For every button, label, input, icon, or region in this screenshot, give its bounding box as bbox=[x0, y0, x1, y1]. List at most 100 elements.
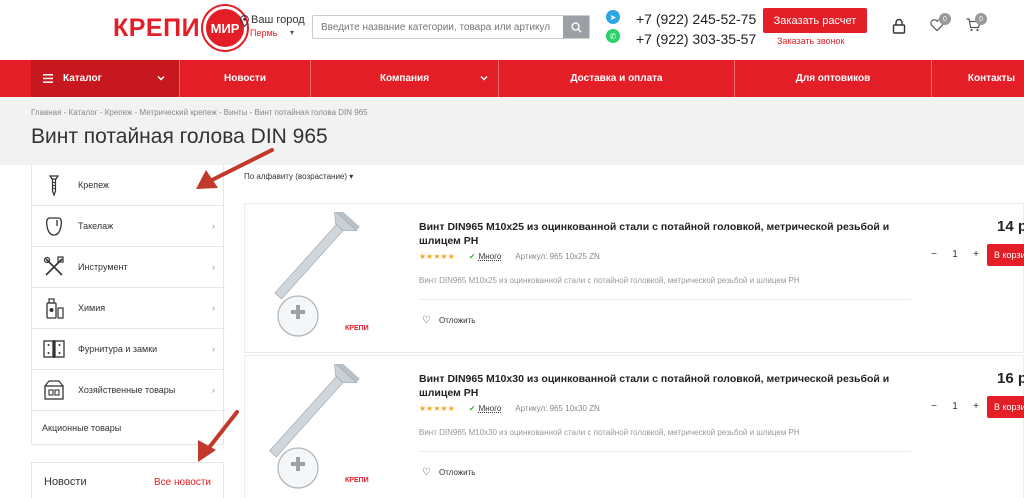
sidebar-item-household[interactable]: Хозяйственные товары › bbox=[32, 370, 225, 411]
quantity-value[interactable]: 1 bbox=[948, 401, 962, 412]
telegram-icon[interactable]: ➤ bbox=[606, 10, 620, 24]
city-name[interactable]: Пермь bbox=[250, 28, 277, 38]
all-news-link[interactable]: Все новости bbox=[154, 477, 211, 488]
chevron-down-icon bbox=[480, 75, 488, 81]
decrease-button[interactable]: − bbox=[927, 401, 941, 412]
order-call-link[interactable]: Заказать звонок bbox=[777, 36, 844, 46]
nav-news[interactable]: Новости bbox=[179, 60, 310, 97]
divider bbox=[419, 451, 911, 452]
product-sku: Артикул: 965 10x25 ZN bbox=[515, 252, 600, 261]
logo[interactable]: КРЕПИ МИР bbox=[113, 6, 248, 50]
phone-number-1[interactable]: +7 (922) 245-52-75 bbox=[636, 11, 756, 27]
logo-circle: МИР bbox=[203, 6, 248, 50]
tools-icon bbox=[43, 256, 64, 276]
product-price: 16 р bbox=[997, 370, 1024, 387]
city-label: Ваш город bbox=[251, 14, 305, 26]
product-title[interactable]: Винт DIN965 M10x25 из оцинкованной стали… bbox=[419, 220, 914, 248]
check-icon: ✔ bbox=[468, 404, 476, 413]
favorites-count-badge: 0 bbox=[939, 13, 951, 25]
logo-text: КРЕПИ bbox=[113, 13, 201, 42]
title-area: Главная - Каталог - Крепеж - Метрический… bbox=[0, 97, 1024, 165]
heart-icon: ♡ bbox=[422, 315, 431, 326]
page-title: Винт потайная голова DIN 965 bbox=[31, 125, 328, 148]
sort-label: По алфавиту (возрастание) bbox=[244, 172, 348, 181]
decrease-button[interactable]: − bbox=[927, 249, 941, 260]
news-widget: Новости Все новости bbox=[31, 462, 224, 498]
chevron-right-icon: › bbox=[212, 385, 215, 395]
add-to-favorites[interactable]: ♡ Отложить bbox=[422, 315, 475, 326]
dropdown-arrow-icon: ▾ bbox=[349, 172, 354, 181]
check-icon: ✔ bbox=[468, 252, 476, 261]
login-button[interactable] bbox=[892, 18, 906, 39]
availability[interactable]: Много bbox=[479, 252, 502, 261]
household-icon bbox=[44, 380, 64, 400]
nav-contacts[interactable]: Контакты bbox=[931, 60, 1024, 97]
product-meta: ★★★★★ ✔ Много Артикул: 965 10x25 ZN bbox=[419, 252, 600, 261]
sidebar-item-fasteners[interactable]: Крепеж bbox=[32, 165, 225, 206]
sidebar-item-hardware[interactable]: Фурнитура и замки › bbox=[32, 329, 225, 370]
product-description: Винт DIN965 M10x25 из оцинкованной стали… bbox=[419, 276, 800, 285]
nav-catalog-label: Каталог bbox=[63, 73, 102, 84]
sidebar-item-label: Химия bbox=[78, 303, 106, 313]
add-to-cart-button[interactable]: В корзину bbox=[987, 396, 1024, 418]
nav-company[interactable]: Компания bbox=[310, 60, 498, 97]
product-image[interactable] bbox=[260, 364, 400, 496]
chevron-down-icon bbox=[157, 75, 165, 81]
quantity-stepper: − 1 + bbox=[927, 244, 983, 264]
chemistry-icon bbox=[46, 298, 64, 319]
carabiner-icon bbox=[45, 217, 63, 236]
news-title: Новости bbox=[44, 476, 87, 488]
product-title[interactable]: Винт DIN965 M10x30 из оцинкованной стали… bbox=[419, 372, 914, 400]
chevron-right-icon: › bbox=[212, 262, 215, 272]
rating-stars: ★★★★★ bbox=[419, 404, 455, 413]
add-to-favorites[interactable]: ♡ Отложить bbox=[422, 467, 475, 478]
sidebar-item-label: Такелаж bbox=[78, 221, 114, 231]
heart-icon: ♡ bbox=[422, 467, 431, 478]
brand-watermark: КРЕПИ bbox=[345, 477, 369, 484]
favorite-label: Отложить bbox=[438, 316, 476, 325]
whatsapp-icon[interactable]: ✆ bbox=[606, 29, 620, 43]
location-pin-icon bbox=[240, 15, 249, 27]
sidebar-item-chemistry[interactable]: Химия › bbox=[32, 288, 225, 329]
product-image[interactable] bbox=[260, 212, 400, 344]
cart-count-badge: 0 bbox=[975, 13, 987, 25]
product-card: КРЕПИ Винт DIN965 M10x30 из оцинкованной… bbox=[244, 355, 1024, 498]
site-header: КРЕПИ МИР Ваш город Пермь ▾ ➤ ✆ +7 (922)… bbox=[0, 0, 1024, 60]
increase-button[interactable]: + bbox=[969, 249, 983, 260]
sidebar-item-rigging[interactable]: Такелаж › bbox=[32, 206, 225, 247]
product-description: Винт DIN965 M10x30 из оцинкованной стали… bbox=[419, 428, 800, 437]
cart-button[interactable]: 0 bbox=[966, 13, 987, 37]
nav-company-label: Компания bbox=[379, 73, 430, 84]
nav-delivery[interactable]: Доставка и оплата bbox=[498, 60, 734, 97]
quantity-value[interactable]: 1 bbox=[948, 249, 962, 260]
product-sku: Артикул: 965 10x30 ZN bbox=[515, 404, 600, 413]
menu-icon bbox=[43, 74, 53, 83]
sidebar-item-tools[interactable]: Инструмент › bbox=[32, 247, 225, 288]
availability[interactable]: Много bbox=[479, 404, 502, 413]
search-button[interactable] bbox=[563, 16, 589, 38]
quantity-stepper: − 1 + bbox=[927, 396, 983, 416]
screw-icon bbox=[48, 175, 60, 197]
nav-wholesale[interactable]: Для оптовиков bbox=[734, 60, 931, 97]
sidebar-item-promo[interactable]: Акционные товары bbox=[42, 423, 121, 433]
sidebar-item-label: Инструмент bbox=[78, 262, 128, 272]
product-meta: ★★★★★ ✔ Много Артикул: 965 10x30 ZN bbox=[419, 404, 600, 413]
increase-button[interactable]: + bbox=[969, 401, 983, 412]
brand-watermark: КРЕПИ bbox=[345, 325, 369, 332]
product-card: КРЕПИ Винт DIN965 M10x25 из оцинкованной… bbox=[244, 203, 1024, 353]
search-icon bbox=[570, 21, 582, 33]
favorites-button[interactable]: 0 bbox=[930, 13, 951, 37]
dropdown-arrow-icon: ▾ bbox=[290, 28, 295, 37]
nav-catalog[interactable]: Каталог bbox=[31, 60, 179, 97]
product-price: 14 р bbox=[997, 218, 1024, 235]
sort-selector[interactable]: По алфавиту (возрастание) ▾ bbox=[244, 172, 353, 181]
breadcrumb[interactable]: Главная - Каталог - Крепеж - Метрический… bbox=[31, 108, 368, 117]
search-input[interactable] bbox=[313, 16, 565, 38]
favorite-label: Отложить bbox=[438, 468, 476, 477]
main-nav: Каталог Новости Компания Доставка и опла… bbox=[0, 60, 1024, 97]
sidebar-item-label: Хозяйственные товары bbox=[78, 385, 176, 395]
phone-number-2[interactable]: +7 (922) 303-35-57 bbox=[636, 31, 756, 47]
hinge-icon bbox=[43, 340, 65, 358]
order-calculation-button[interactable]: Заказать расчет bbox=[763, 8, 867, 33]
add-to-cart-button[interactable]: В корзину bbox=[987, 244, 1024, 266]
